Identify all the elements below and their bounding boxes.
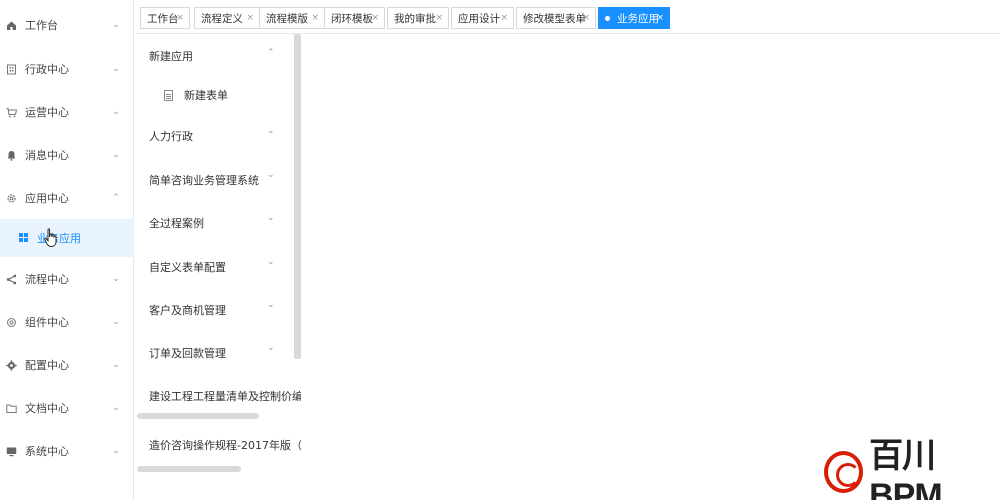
tab-workbench[interactable]: 工作台 × <box>140 7 190 29</box>
tab-bar: 工作台 × 流程定义 × 流程模版 × 闭环模板 × 我的审批 × 应用设计 × 修改模型表… <box>136 0 1000 34</box>
tab-label: 修改模型表单 <box>523 12 586 25</box>
subitem-new-form[interactable]: 新建表单 <box>164 86 228 104</box>
share-icon <box>5 273 17 285</box>
folder-icon <box>5 402 17 414</box>
category-hr-admin[interactable]: 人力行政 <box>149 128 193 144</box>
chevron-down-icon[interactable]: ⌄ <box>267 170 275 180</box>
active-dot-icon <box>605 16 610 21</box>
sidebar-item-system[interactable]: 系统中心 ⌄ <box>0 430 134 472</box>
sidebar-item-label: 运营中心 <box>25 106 69 119</box>
chevron-up-icon: ⌃ <box>112 193 120 203</box>
logo-mark-icon <box>824 451 864 493</box>
sidebar-item-label: 配置中心 <box>25 359 69 372</box>
close-icon[interactable]: × <box>435 13 443 23</box>
sidebar-item-label: 文档中心 <box>25 402 69 415</box>
sidebar-item-process[interactable]: 流程中心 ⌄ <box>0 258 134 300</box>
chevron-down-icon[interactable]: ⌄ <box>267 213 275 223</box>
chevron-down-icon[interactable]: ⌄ <box>267 257 275 267</box>
tab-label: 我的审批 <box>394 12 436 25</box>
tab-label: 业务应用 <box>617 12 659 25</box>
tab-label: 闭环模板 <box>331 12 373 25</box>
sidebar-item-documents[interactable]: 文档中心 ⌄ <box>0 387 134 429</box>
chevron-down-icon: ⌄ <box>112 64 120 74</box>
tab-label: 流程模版 <box>266 12 308 25</box>
close-icon[interactable]: × <box>582 13 590 23</box>
close-icon[interactable]: × <box>371 13 379 23</box>
sidebar-item-workbench[interactable]: 工作台 ⌄ <box>0 4 134 46</box>
chevron-down-icon: ⌄ <box>112 360 120 370</box>
tab-label: 流程定义 <box>201 12 243 25</box>
category-simple-consulting[interactable]: 简单咨询业务管理系统 <box>149 172 259 188</box>
sidebar-item-label: 消息中心 <box>25 149 69 162</box>
chevron-down-icon[interactable]: ⌄ <box>267 343 275 353</box>
app-category-panel: 新建应用 ⌃ 新建表单 人力行政 ⌄ 简单咨询业务管理系统 ⌄ 全过程案例 ⌄ … <box>136 34 301 500</box>
vertical-scrollbar[interactable] <box>294 34 301 359</box>
category-new-app[interactable]: 新建应用 <box>149 48 193 64</box>
close-icon[interactable]: × <box>500 13 508 23</box>
document-icon <box>164 89 173 101</box>
chevron-up-icon[interactable]: ⌃ <box>267 48 275 58</box>
tab-label: 应用设计 <box>458 12 500 25</box>
sidebar-item-components[interactable]: 组件中心 ⌄ <box>0 301 134 343</box>
horizontal-scrollbar[interactable] <box>137 413 259 419</box>
sidebar-item-admin[interactable]: 行政中心 ⌄ <box>0 48 134 90</box>
sidebar-item-label: 组件中心 <box>25 316 69 329</box>
subitem-label: 新建表单 <box>184 89 228 102</box>
chevron-down-icon: ⌄ <box>112 107 120 117</box>
sidebar-item-config[interactable]: 配置中心 ⌄ <box>0 344 134 386</box>
close-icon[interactable]: × <box>176 13 184 23</box>
chevron-down-icon: ⌄ <box>112 274 120 284</box>
tab-my-approvals[interactable]: 我的审批 × <box>387 7 449 29</box>
chevron-down-icon: ⌄ <box>112 317 120 327</box>
sidebar-item-apps[interactable]: 应用中心 ⌃ <box>0 177 134 219</box>
category-custom-form-config[interactable]: 自定义表单配置 <box>149 259 226 275</box>
tab-process-template[interactable]: 流程模版 × <box>259 7 325 29</box>
monitor-icon <box>5 445 17 457</box>
sidebar: 工作台 ⌄ 行政中心 ⌄ 运营中心 ⌄ 消息中心 ⌄ 应用中心 ⌃ 业务应用 流… <box>0 0 134 500</box>
hand-cursor-icon <box>44 228 57 247</box>
sidebar-subitem-business-apps[interactable]: 业务应用 <box>0 219 134 257</box>
close-icon[interactable]: × <box>311 13 319 23</box>
sidebar-item-label: 行政中心 <box>25 63 69 76</box>
horizontal-scrollbar[interactable] <box>137 466 241 472</box>
grid-icon <box>19 233 28 242</box>
tab-closed-loop-template[interactable]: 闭环模板 × <box>324 7 385 29</box>
tab-process-definition[interactable]: 流程定义 × <box>194 7 260 29</box>
sidebar-item-label: 系统中心 <box>25 445 69 458</box>
sidebar-item-messages[interactable]: 消息中心 ⌄ <box>0 134 134 176</box>
sidebar-item-label: 流程中心 <box>25 273 69 286</box>
chevron-down-icon: ⌄ <box>112 150 120 160</box>
tab-edit-model-form[interactable]: 修改模型表单 × <box>516 7 596 29</box>
home-icon <box>5 19 17 31</box>
chevron-down-icon[interactable]: ⌄ <box>267 126 275 136</box>
category-orders-payments[interactable]: 订单及回款管理 <box>149 345 226 361</box>
category-cost-consulting-rules[interactable]: 造价咨询操作规程-2017年版（11 <box>149 437 301 453</box>
category-customer-opportunity[interactable]: 客户及商机管理 <box>149 302 226 318</box>
tab-business-apps[interactable]: 业务应用 × <box>598 7 670 29</box>
settings-icon <box>5 316 17 328</box>
category-construction-bill[interactable]: 建设工程工程量清单及控制价编制 <box>149 388 301 404</box>
logo-text: 百川BPM <box>869 437 943 500</box>
sidebar-item-label: 应用中心 <box>25 192 69 205</box>
sidebar-item-label: 工作台 <box>25 19 58 32</box>
cart-icon <box>5 106 17 118</box>
chevron-down-icon: ⌄ <box>112 403 120 413</box>
close-icon[interactable]: × <box>246 13 254 23</box>
tab-app-design[interactable]: 应用设计 × <box>451 7 514 29</box>
gear-icon <box>5 192 17 204</box>
building-icon <box>5 63 17 75</box>
chevron-down-icon: ⌄ <box>112 20 120 30</box>
tab-label: 工作台 <box>147 12 179 25</box>
close-icon[interactable]: × <box>656 13 664 23</box>
chevron-down-icon[interactable]: ⌄ <box>267 300 275 310</box>
sidebar-item-operations[interactable]: 运营中心 ⌄ <box>0 91 134 133</box>
watermark-logo: 百川BPM <box>824 437 996 500</box>
bell-icon <box>5 149 17 161</box>
cog-icon <box>5 359 17 371</box>
chevron-down-icon: ⌄ <box>112 446 120 456</box>
category-full-process-cases[interactable]: 全过程案例 <box>149 215 204 231</box>
